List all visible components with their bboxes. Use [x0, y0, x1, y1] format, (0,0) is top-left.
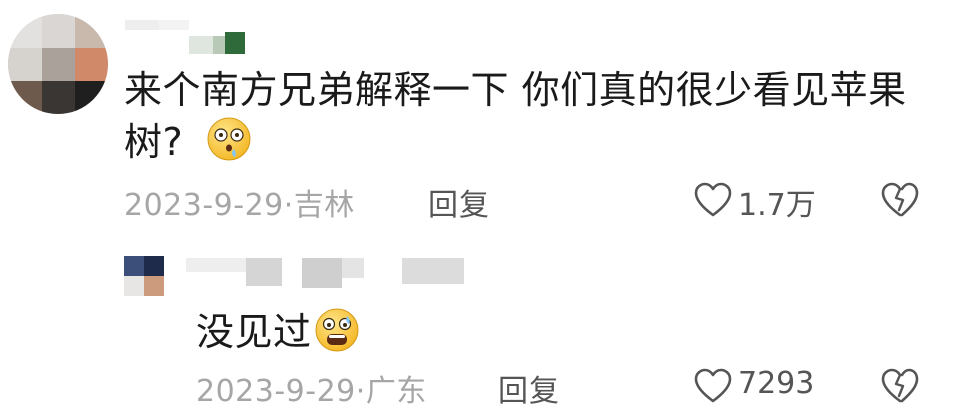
avatar[interactable] [8, 14, 108, 114]
comment-meta: 2023-9-29·广东 [196, 366, 427, 410]
meta-separator: · [355, 374, 366, 409]
reply-button[interactable]: 回复 [428, 180, 490, 224]
comment-date: 2023-9-29 [196, 374, 356, 409]
broken-heart-outline-icon[interactable] [880, 367, 920, 405]
comment-text: 没见过 [196, 306, 359, 358]
comment-location: 广东 [365, 374, 427, 409]
heart-outline-icon [694, 182, 732, 217]
shocked-drooling-face-emoji [207, 117, 251, 161]
comment-text-line2: 树? [124, 120, 184, 164]
comment-location: 吉林 [293, 188, 355, 223]
comment-text: 来个南方兄弟解释一下 你们真的很少看见苹果 树? [124, 64, 924, 168]
avatar[interactable] [124, 256, 164, 296]
like-count: 1.7万 [738, 188, 816, 223]
reply-button[interactable]: 回复 [498, 366, 560, 410]
like-count: 7293 [738, 366, 815, 401]
comment-text-line1: 来个南方兄弟解释一下 你们真的很少看见苹果 [124, 68, 907, 112]
meta-separator: · [283, 188, 294, 223]
comment-date: 2023-9-29 [124, 188, 284, 223]
comment-text-line1: 没见过 [196, 310, 312, 354]
heart-outline-icon [694, 368, 732, 403]
broken-heart-outline-icon[interactable] [880, 181, 920, 219]
crying-scared-face-emoji [315, 308, 359, 352]
comment-meta: 2023-9-29·吉林 [124, 180, 355, 224]
